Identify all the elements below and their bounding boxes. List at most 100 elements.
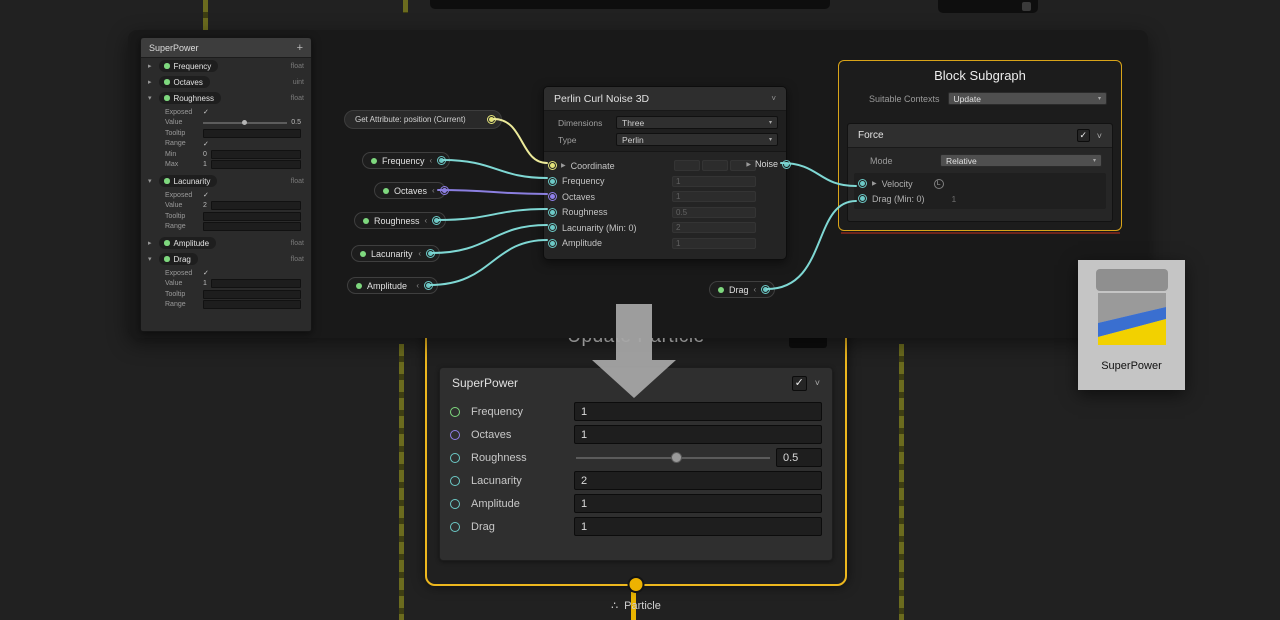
force-enabled-checkbox[interactable]: ✓	[1077, 129, 1090, 142]
type-dropdown[interactable]: Perlin▾	[616, 133, 778, 146]
amplitude-output-port[interactable]	[424, 281, 433, 290]
position-output-port[interactable]	[487, 115, 496, 124]
block-row-amplitude: Amplitude	[450, 492, 822, 515]
collapse-icon[interactable]: ▾	[148, 94, 156, 102]
lacunarity-output-port[interactable]	[426, 249, 435, 258]
param-node-octaves[interactable]: Octaves ‹	[374, 182, 446, 199]
superpower-asset-card[interactable]: SuperPower	[1078, 260, 1185, 390]
lacunarity-input-port[interactable]	[548, 223, 557, 232]
frequency-input-port[interactable]	[548, 177, 557, 186]
lacunarity-field[interactable]	[574, 471, 822, 490]
particle-icon: ∴	[611, 599, 618, 612]
mode-dropdown[interactable]: Relative▾	[940, 154, 1102, 167]
coordinate-xyz-fields	[674, 160, 756, 171]
exposed-check[interactable]: ✓	[203, 108, 209, 116]
tooltip-field[interactable]	[203, 290, 301, 299]
block-subgraph-panel[interactable]: Block Subgraph Suitable Contexts Update▾…	[838, 60, 1122, 231]
roughness-output-port[interactable]	[432, 216, 441, 225]
roughness-input-port[interactable]	[548, 208, 557, 217]
drag-field[interactable]	[574, 517, 822, 536]
suitable-contexts-dropdown[interactable]: Update▾	[948, 92, 1107, 105]
frequency-field[interactable]	[574, 402, 822, 421]
add-property-button[interactable]: +	[297, 42, 303, 54]
param-node-drag[interactable]: Drag ‹	[709, 281, 775, 298]
lacunarity-port[interactable]	[450, 476, 460, 486]
vfx-graph-canvas[interactable]: Update Particle SuperPower ✓ ˅ Frequency…	[0, 0, 1280, 620]
expand-icon[interactable]: ▸	[148, 62, 156, 70]
chevron-down-icon[interactable]: ˅	[815, 378, 820, 388]
collapse-left-icon[interactable]: ‹	[418, 249, 421, 258]
amplitude-field[interactable]	[574, 494, 822, 513]
expand-port-icon[interactable]: ▶	[872, 180, 877, 187]
blackboard-property-drag[interactable]: ▾ Drag float	[141, 251, 311, 267]
octaves-port[interactable]	[450, 430, 460, 440]
coordinate-input-port[interactable]	[548, 161, 557, 170]
frequency-output-port[interactable]	[437, 156, 446, 165]
collapse-icon[interactable]: ▾	[148, 177, 156, 185]
collapse-left-icon[interactable]: ‹	[425, 216, 428, 225]
collapse-left-icon[interactable]: ‹	[432, 186, 435, 195]
blackboard-property-octaves[interactable]: ▸ Octaves uint	[141, 74, 311, 90]
blackboard-property-frequency[interactable]: ▸ Frequency float	[141, 58, 311, 74]
local-space-badge[interactable]: L	[934, 179, 944, 189]
flow-line	[399, 344, 404, 620]
octaves-input-port[interactable]	[548, 192, 557, 201]
noise-output-port[interactable]	[782, 160, 791, 169]
range-check[interactable]: ✓	[203, 140, 209, 148]
octaves-output-port[interactable]	[440, 186, 449, 195]
dropdown-caret-icon: ▾	[1098, 95, 1101, 102]
frequency-port[interactable]	[450, 407, 460, 417]
dimensions-dropdown[interactable]: Three▾	[616, 116, 778, 129]
output-row-noise: ▶ Noise	[746, 159, 791, 169]
exposed-check[interactable]: ✓	[203, 191, 209, 199]
collapse-left-icon[interactable]: ‹	[430, 156, 433, 165]
collapse-left-icon[interactable]: ‹	[754, 285, 757, 294]
force-row-velocity: ▶ Velocity L	[858, 176, 1102, 191]
expand-icon[interactable]: ▸	[148, 239, 156, 247]
roughness-value-field[interactable]	[776, 448, 822, 467]
param-node-lacunarity[interactable]: Lacunarity ‹	[351, 245, 440, 262]
min-field[interactable]	[211, 150, 301, 159]
perlin-curl-noise-node[interactable]: Perlin Curl Noise 3D ˅ Dimensions Three▾…	[543, 86, 787, 260]
roughness-slider[interactable]	[574, 448, 772, 467]
exposed-check[interactable]: ✓	[203, 269, 209, 277]
blackboard-property-roughness[interactable]: ▾ Roughness float	[141, 90, 311, 106]
property-dot	[164, 240, 170, 246]
range-field[interactable]	[203, 300, 301, 309]
block-enabled-checkbox[interactable]: ✓	[792, 376, 807, 391]
chevron-down-icon[interactable]: ˅	[1097, 131, 1102, 141]
value-slider[interactable]	[203, 119, 287, 127]
drag-port[interactable]	[450, 522, 460, 532]
input-row-octaves: Octaves 1	[544, 189, 786, 205]
force-block[interactable]: Force ✓ ˅ Mode Relative▾ ▶ Velocity L Dr…	[847, 123, 1113, 222]
tooltip-field[interactable]	[203, 129, 301, 138]
roughness-port[interactable]	[450, 453, 460, 463]
param-node-roughness[interactable]: Roughness ‹	[354, 212, 446, 229]
expand-icon[interactable]: ▸	[148, 78, 156, 86]
blackboard-property-lacunarity[interactable]: ▾ Lacunarity float	[141, 173, 311, 189]
velocity-input-port[interactable]	[858, 179, 867, 188]
max-field[interactable]	[211, 160, 301, 169]
collapse-icon[interactable]: ▾	[148, 255, 156, 263]
expand-port-icon[interactable]: ▶	[561, 162, 566, 169]
amplitude-port[interactable]	[450, 499, 460, 509]
blackboard-panel[interactable]: SuperPower + ▸ Frequency float ▸ Octaves…	[140, 37, 312, 332]
asset-icon-bar	[1096, 269, 1168, 291]
tooltip-field[interactable]	[203, 212, 301, 221]
collapse-left-icon[interactable]: ‹	[416, 281, 419, 290]
range-field[interactable]	[203, 222, 301, 231]
value-field[interactable]	[211, 279, 301, 288]
slider-thumb[interactable]	[671, 452, 682, 463]
chevron-down-icon[interactable]: ˅	[771, 94, 776, 103]
param-node-amplitude[interactable]: Amplitude ‹	[347, 277, 438, 294]
blackboard-property-amplitude[interactable]: ▸ Amplitude float	[141, 235, 311, 251]
value-field[interactable]	[211, 201, 301, 210]
octaves-field[interactable]	[574, 425, 822, 444]
param-node-frequency[interactable]: Frequency ‹	[362, 152, 450, 169]
get-attribute-node[interactable]: Get Attribute: position (Current)	[344, 110, 502, 129]
context-output-port[interactable]	[628, 576, 645, 593]
drag-output-port[interactable]	[761, 285, 770, 294]
drag-input-port[interactable]	[858, 194, 867, 203]
amplitude-input-port[interactable]	[548, 239, 557, 248]
input-row-frequency: Frequency 1	[544, 174, 786, 190]
